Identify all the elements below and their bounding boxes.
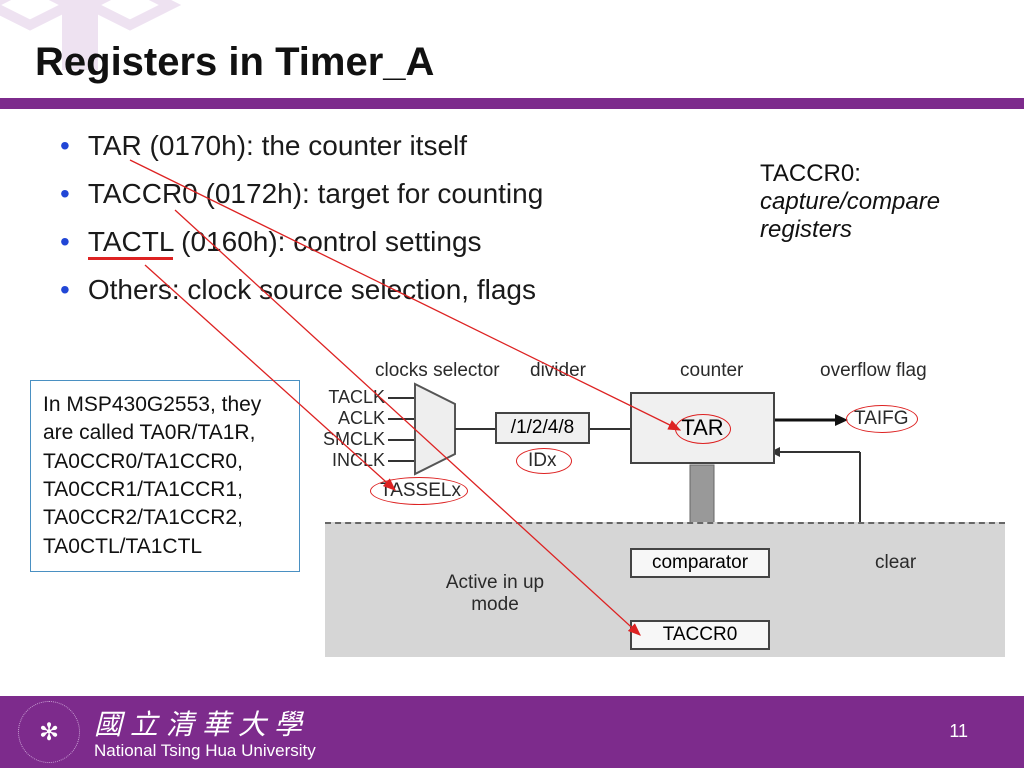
bullet-item: • TACTL (0160h): control settings — [60, 226, 620, 258]
bullet-text: TACCR0 (0172h): target for counting — [88, 178, 543, 210]
tasselx-circle — [370, 477, 468, 505]
clear-label: clear — [875, 552, 916, 574]
footer-english: National Tsing Hua University — [94, 741, 316, 761]
taccr0-box: TACCR0 — [630, 620, 770, 650]
tactl-underline: TACTL — [88, 226, 174, 260]
bullet-dot: • — [60, 132, 70, 160]
note-line1: TACCR0: — [760, 160, 980, 188]
bullet-dot: • — [60, 180, 70, 208]
bullet-dot: • — [60, 276, 70, 304]
timer-diagram: clocks selector divider counter overflow… — [330, 362, 1010, 662]
footer-chinese: 國立清華大學 — [94, 703, 316, 743]
bullet-text: Others: clock source selection, flags — [88, 274, 536, 306]
university-seal: ✻ — [18, 701, 80, 763]
tar-circle — [675, 414, 731, 444]
bullet-item: • Others: clock source selection, flags — [60, 274, 620, 306]
msp430-note-box: In MSP430G2553, they are called TA0R/TA1… — [30, 380, 300, 572]
bullet-item: • TACCR0 (0172h): target for counting — [60, 178, 620, 210]
idx-circle — [516, 448, 572, 474]
bullet-text: TAR (0170h): the counter itself — [88, 130, 467, 162]
note-line2: capture/compare registers — [760, 188, 980, 244]
bullet-dot: • — [60, 228, 70, 256]
title-divider — [0, 98, 1024, 109]
bullet-list: • TAR (0170h): the counter itself • TACC… — [60, 130, 620, 322]
taccr0-note: TACCR0: capture/compare registers — [760, 160, 980, 244]
slide-footer: ✻ 國立清華大學 National Tsing Hua University 1… — [0, 696, 1024, 768]
comparator-box: comparator — [630, 548, 770, 578]
bullet-item: • TAR (0170h): the counter itself — [60, 130, 620, 162]
slide-title: Registers in Timer_A — [35, 40, 434, 85]
page-number: 11 — [949, 721, 968, 742]
active-mode-label: Active in up mode — [445, 572, 545, 616]
divider-box: /1/2/4/8 — [495, 412, 590, 444]
bullet-text: TACTL (0160h): control settings — [88, 226, 482, 258]
taifg-circle — [846, 405, 918, 433]
